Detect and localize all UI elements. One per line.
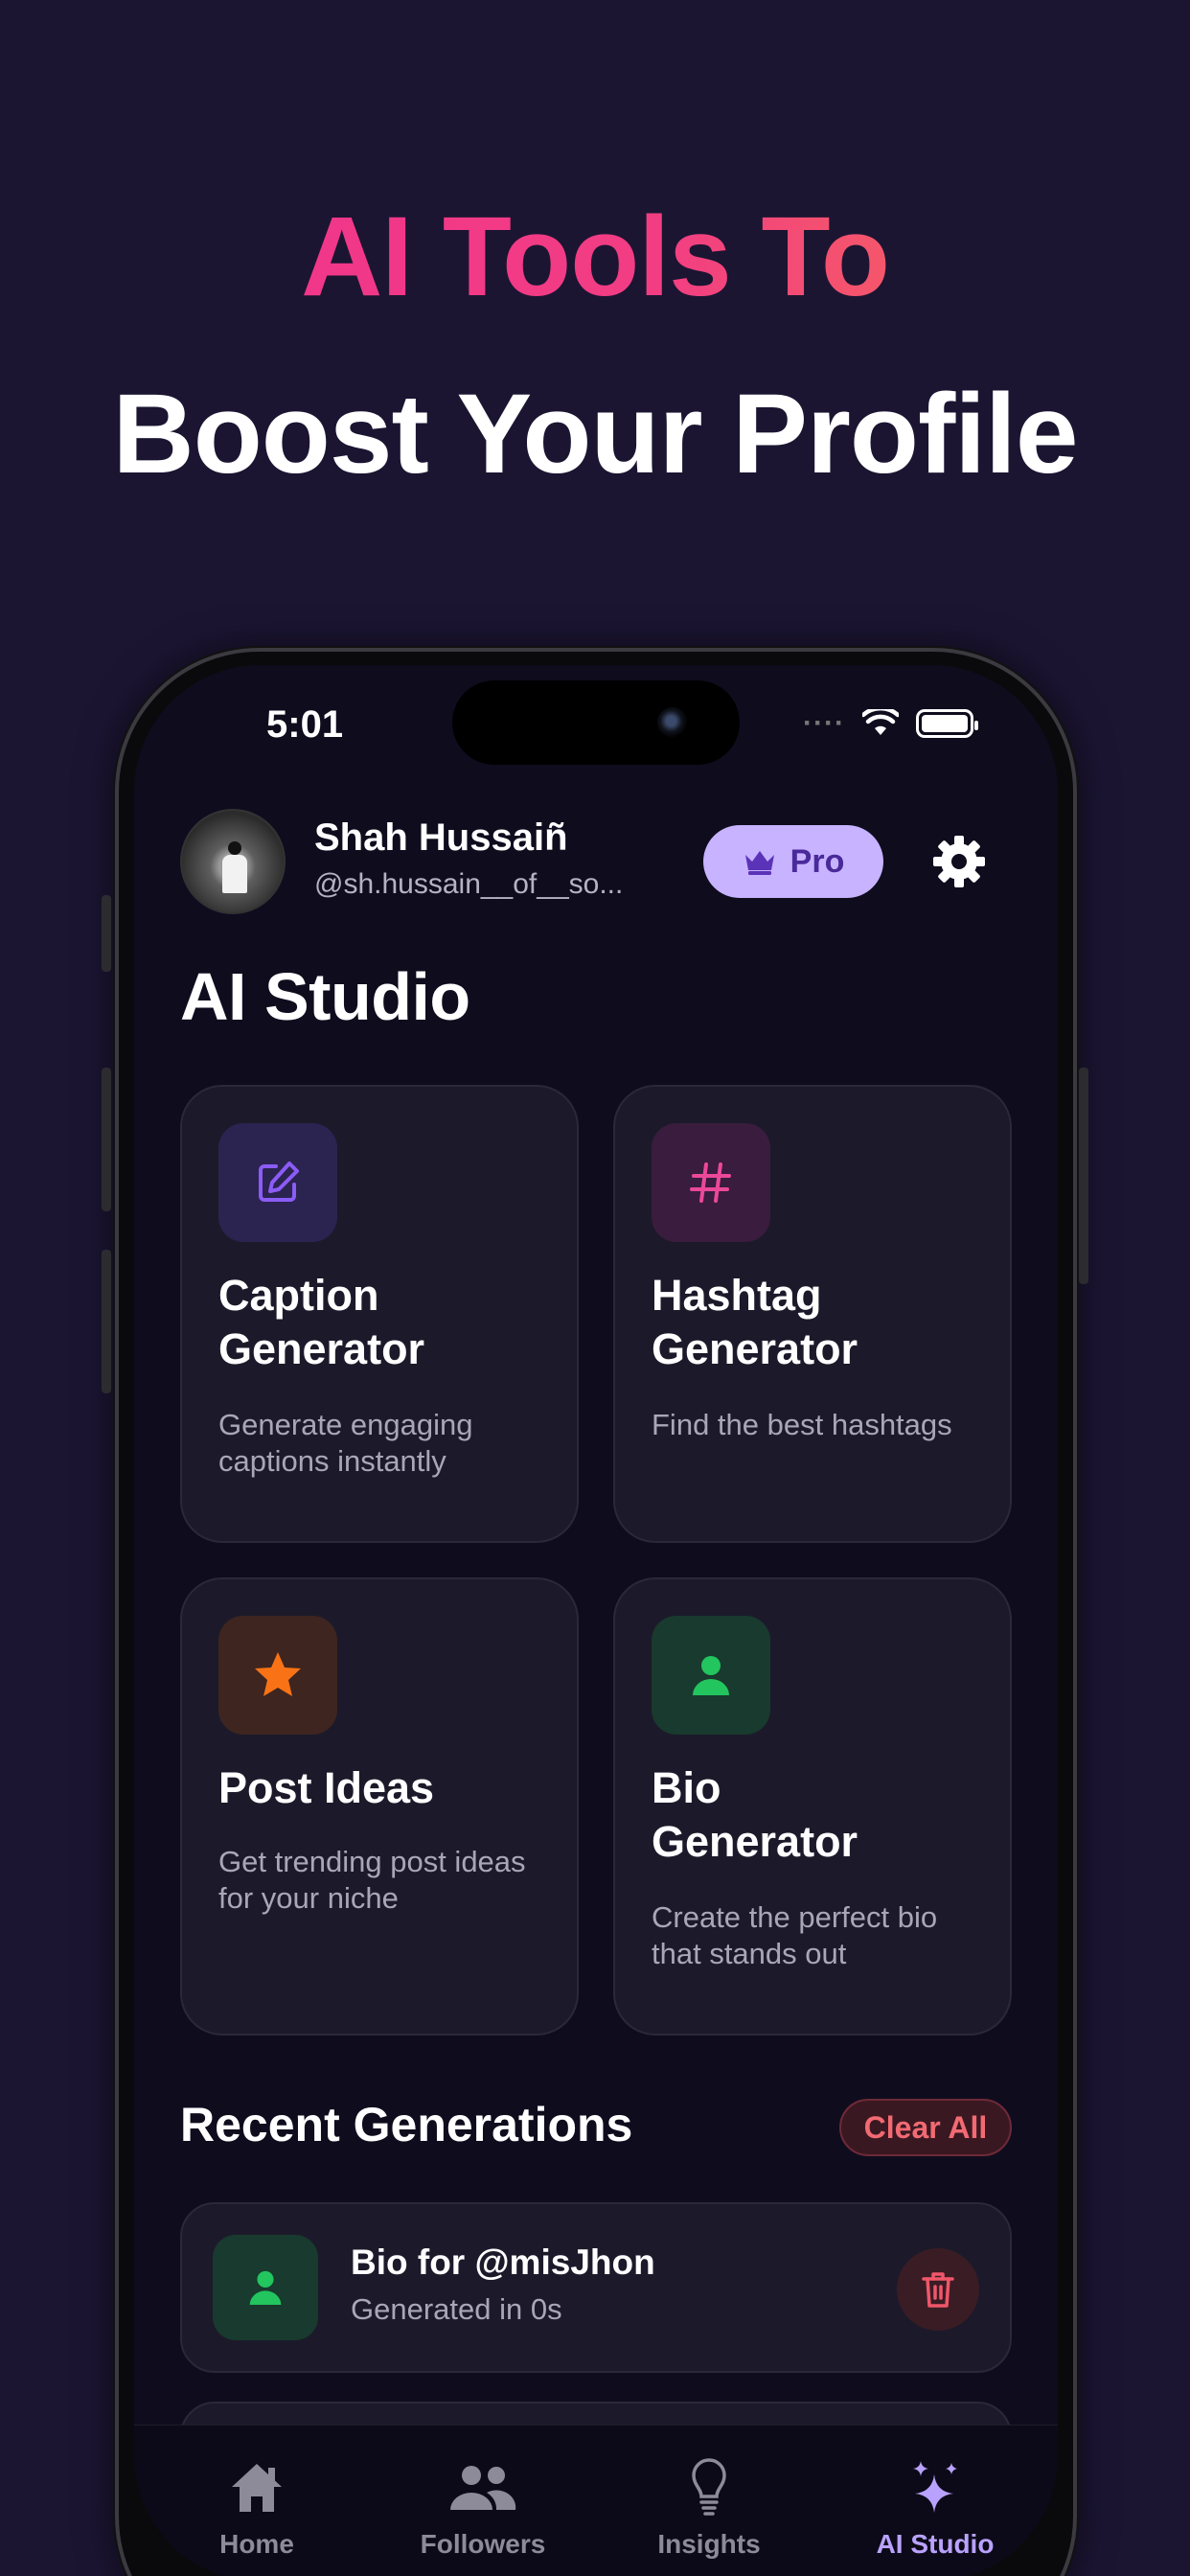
tab-label: Home — [219, 2529, 294, 2559]
wifi-icon — [862, 709, 899, 735]
tab-home[interactable]: Home — [171, 2426, 343, 2576]
tab-label: AI Studio — [876, 2529, 995, 2559]
profile-name: Shah Hussaiñ — [314, 816, 568, 859]
phone-side-button — [102, 895, 111, 972]
pro-button[interactable]: Pro — [703, 825, 883, 898]
post-ideas-card[interactable]: Post Ideas Get trending post ideas for y… — [180, 1577, 579, 2036]
sparkles-icon — [913, 2461, 957, 2513]
card-title: Hashtag Generator — [652, 1271, 858, 1373]
card-description: Generate engaging captions instantly — [218, 1408, 473, 1478]
pro-label: Pro — [790, 842, 845, 880]
phone-volume-up — [102, 1068, 111, 1211]
signal-icon: ···· — [803, 707, 845, 739]
avatar[interactable] — [180, 809, 286, 914]
generation-subtitle: Generated in 0s — [351, 2292, 562, 2326]
hashtag-generator-card[interactable]: Hashtag Generator Find the best hashtags — [613, 1085, 1012, 1543]
card-description: Find the best hashtags — [652, 1408, 952, 1441]
edit-icon — [218, 1123, 337, 1242]
hashtag-icon — [652, 1123, 770, 1242]
status-time: 5:01 — [266, 703, 344, 746]
caption-generator-card[interactable]: Caption Generator Generate engaging capt… — [180, 1085, 579, 1543]
phone-volume-down — [102, 1250, 111, 1393]
lightbulb-icon — [692, 2458, 726, 2516]
tab-bar: Home Followers Insights AI Studio — [134, 2425, 1058, 2576]
person-icon — [652, 1616, 770, 1735]
battery-icon — [916, 709, 978, 738]
clear-all-button[interactable]: Clear All — [839, 2099, 1012, 2156]
trash-icon — [922, 2272, 954, 2308]
card-title: Bio Generator — [652, 1763, 858, 1866]
person-icon — [213, 2235, 318, 2340]
bio-generator-card[interactable]: Bio Generator Create the perfect bio tha… — [613, 1577, 1012, 2036]
followers-icon — [450, 2466, 516, 2510]
card-description: Get trending post ideas for your niche — [218, 1845, 526, 1915]
dynamic-island — [452, 680, 740, 765]
card-title: Caption Generator — [218, 1271, 425, 1373]
tab-followers[interactable]: Followers — [397, 2426, 569, 2576]
crown-icon — [744, 851, 774, 875]
card-description: Create the perfect bio that stands out — [652, 1900, 938, 1970]
tab-ai-studio[interactable]: AI Studio — [849, 2426, 1021, 2576]
profile-handle: @sh.hussain__of__so... — [314, 868, 624, 900]
settings-gear-icon[interactable] — [931, 834, 987, 889]
headline-line-1: AI Tools To — [0, 192, 1190, 322]
star-icon — [218, 1616, 337, 1735]
phone-power-button — [1079, 1068, 1088, 1284]
status-icons: ···· — [803, 707, 978, 740]
generation-title: Bio for @misJhon — [351, 2242, 655, 2282]
delete-button[interactable] — [897, 2248, 979, 2331]
tab-insights[interactable]: Insights — [623, 2426, 795, 2576]
list-item[interactable]: Bio for @misJhon Generated in 0s — [180, 2202, 1012, 2373]
tab-label: Insights — [657, 2529, 761, 2559]
recent-generations-title: Recent Generations — [180, 2098, 633, 2151]
home-icon — [232, 2464, 282, 2512]
phone-screen: 5:01 ···· Shah Hussaiñ @sh.hussain__of__… — [134, 665, 1058, 2576]
card-title: Post Ideas — [218, 1763, 435, 1812]
headline-line-2: Boost Your Profile — [112, 371, 1079, 497]
page-title: AI Studio — [180, 959, 470, 1034]
tab-label: Followers — [420, 2529, 546, 2559]
